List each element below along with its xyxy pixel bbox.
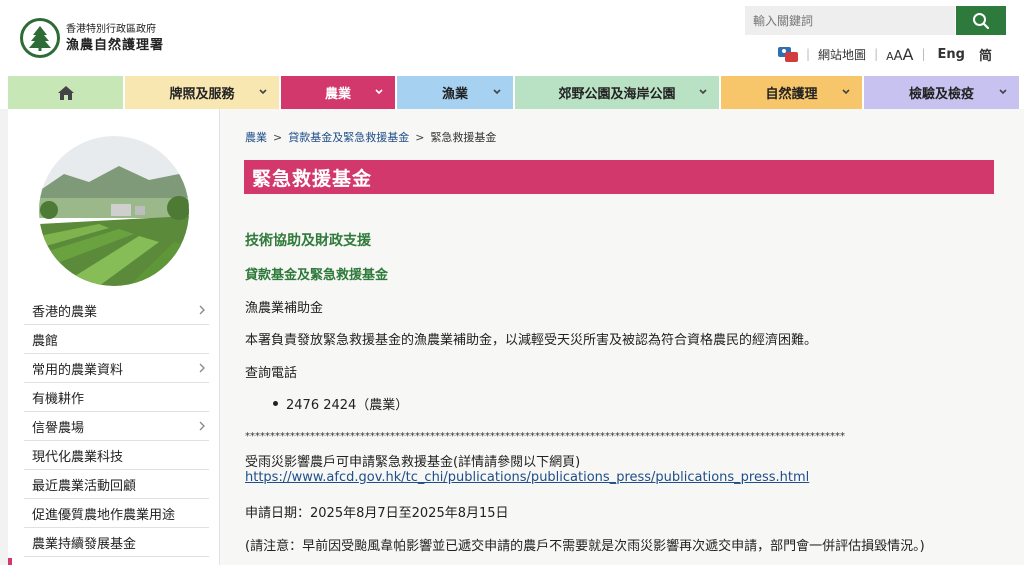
sidebar-item-label: 有機耕作 — [32, 391, 85, 407]
sidebar-item-label: 農館 — [32, 333, 59, 349]
lang-simplified-chinese[interactable]: 简 — [979, 45, 992, 64]
lang-english[interactable]: Eng — [938, 47, 965, 62]
sidebar-item-recent-activities[interactable]: 最近農業活動回顧 — [24, 470, 209, 499]
nav-label: 檢驗及檢疫 — [908, 87, 974, 102]
enquiry-label: 查詢電話 — [245, 366, 298, 381]
sidebar-item-modern-agri-tech[interactable]: 現代化農業科技 — [24, 441, 209, 470]
phone-number: 2476 2424（農業） — [286, 398, 409, 413]
main-content: 農業 > 貸款基金及緊急救援基金 > 緊急救援基金 緊急救援基金 技術協助及財政… — [220, 109, 1024, 565]
sidebar-item-label: 信譽農場 — [32, 420, 85, 436]
font-size-small[interactable]: A — [886, 50, 894, 63]
left-margin-strip — [0, 109, 8, 565]
chevron-down-icon — [375, 89, 383, 95]
chevron-right-icon — [199, 305, 205, 315]
main-nav: 牌照及服務 農業 漁業 郊野公園及海岸公園 自然護理 檢驗及檢疫 — [8, 76, 1019, 109]
nav-nature-conservation[interactable]: 自然護理 — [721, 76, 862, 109]
divider-asterisks: ****************************************… — [245, 431, 845, 442]
chevron-down-icon — [999, 89, 1007, 95]
sidebar-item-sustainable-fund[interactable]: 農業持續發展基金 — [24, 528, 209, 557]
chevron-right-icon — [199, 363, 205, 373]
chevron-right-icon — [199, 421, 205, 431]
sidebar-item-agri-pavilion[interactable]: 農館 — [24, 325, 209, 354]
sidebar-item-label: 農業持續發展基金 — [32, 536, 137, 552]
chevron-down-icon — [259, 89, 267, 95]
font-size-medium[interactable]: A — [894, 49, 903, 64]
logo-line-gov: 香港特別行政區政府 — [66, 24, 156, 35]
logo-line-dept: 漁農自然護理署 — [66, 38, 165, 53]
chevron-down-icon — [493, 89, 501, 95]
notice-text: 受雨災影響農戶可申請緊急救援基金(詳情請參閱以下網頁) — [245, 455, 581, 470]
farmland-photo — [39, 136, 189, 286]
sidebar-item-label: 最近農業活動回顧 — [32, 478, 137, 494]
nav-label: 漁業 — [441, 87, 468, 102]
chevron-down-icon — [842, 89, 850, 95]
breadcrumb-agriculture[interactable]: 農業 — [245, 129, 267, 145]
site-header: 香港特別行政區政府 漁農自然護理署 | 網站地圖 | AAA | Eng 简 — [0, 0, 1024, 76]
chevron-down-icon — [699, 89, 707, 95]
nav-label: 自然護理 — [765, 87, 818, 102]
sidebar-item-label: 香港的農業 — [32, 304, 98, 320]
breadcrumb-current: 緊急救援基金 — [430, 131, 497, 144]
nav-inspection-quarantine[interactable]: 檢驗及檢疫 — [864, 76, 1019, 109]
search-icon — [973, 12, 990, 29]
sidebar-item-accredited-farm[interactable]: 信譽農場 — [24, 412, 209, 441]
afcd-logo[interactable]: 香港特別行政區政府 漁農自然護理署 — [20, 18, 164, 58]
breadcrumb-loan-fund[interactable]: 貸款基金及緊急救援基金 — [288, 129, 409, 145]
breadcrumb: 農業 > 貸款基金及緊急救援基金 > 緊急救援基金 — [245, 129, 496, 145]
breadcrumb-separator: > — [273, 130, 283, 144]
nav-fisheries[interactable]: 漁業 — [397, 76, 513, 109]
sitemap-link[interactable]: 網站地圖 — [818, 46, 866, 63]
accessibility-icon[interactable] — [778, 45, 798, 63]
section-heading-technical-support: 技術協助及財政支援 — [245, 233, 371, 249]
utility-bar: | 網站地圖 | AAA | Eng 简 — [778, 44, 992, 64]
page-title: 緊急救援基金 — [244, 160, 994, 194]
list-item: 2476 2424（農業） — [273, 394, 408, 413]
nav-licences-services[interactable]: 牌照及服務 — [125, 76, 279, 109]
bullet-dot — [273, 401, 278, 406]
font-size-controls: AAA — [886, 45, 913, 64]
press-release-link[interactable]: https://www.afcd.gov.hk/tc_chi/publicati… — [245, 470, 809, 485]
search-button[interactable] — [956, 6, 1006, 35]
nav-country-marine-parks[interactable]: 郊野公園及海岸公園 — [515, 76, 719, 109]
sidebar-item-label: 促進優質農地作農業用途 — [32, 507, 176, 523]
sidebar-item-hk-agriculture[interactable]: 香港的農業 — [24, 296, 209, 325]
search-input[interactable] — [745, 6, 955, 35]
sidebar-item-common-info[interactable]: 常用的農業資料 — [24, 354, 209, 383]
sidebar-item-label: 常用的農業資料 — [32, 362, 124, 378]
nav-label: 郊野公園及海岸公園 — [558, 87, 676, 102]
application-date: 申請日期：2025年8月7日至2025年8月15日 — [245, 506, 509, 521]
sidebar-item-label: 現代化農業科技 — [32, 449, 124, 465]
section-heading-loan-fund: 貸款基金及緊急救援基金 — [245, 268, 389, 283]
sidebar: 香港的農業 農館 常用的農業資料 有機耕作 信譽農場 現代化農業科技 最近農業活… — [8, 109, 220, 565]
font-size-large[interactable]: A — [903, 45, 914, 64]
sidebar-active-accent — [8, 558, 12, 565]
sidebar-item-organic-farming[interactable]: 有機耕作 — [24, 383, 209, 412]
breadcrumb-separator: > — [415, 130, 425, 144]
description-text: 本署負責發放緊急救援基金的漁農業補助金，以減輕受天災所害及被認為符合資格農民的經… — [245, 333, 818, 348]
nav-agriculture[interactable]: 農業 — [281, 76, 395, 109]
sidebar-item-quality-farmland[interactable]: 促進優質農地作農業用途 — [24, 499, 209, 528]
note-text: (請注意：早前因受颱風韋帕影響並已遞交申請的農戶不需要就是次雨災影響再次遞交申請… — [245, 539, 925, 554]
tree-logo-icon — [20, 18, 60, 58]
home-icon — [57, 85, 74, 100]
subheading-subsidy: 漁農業補助金 — [245, 301, 324, 316]
sidebar-menu: 香港的農業 農館 常用的農業資料 有機耕作 信譽農場 現代化農業科技 最近農業活… — [24, 296, 209, 557]
nav-label: 牌照及服務 — [169, 87, 235, 102]
nav-home[interactable] — [8, 76, 123, 109]
nav-label: 農業 — [324, 87, 351, 102]
